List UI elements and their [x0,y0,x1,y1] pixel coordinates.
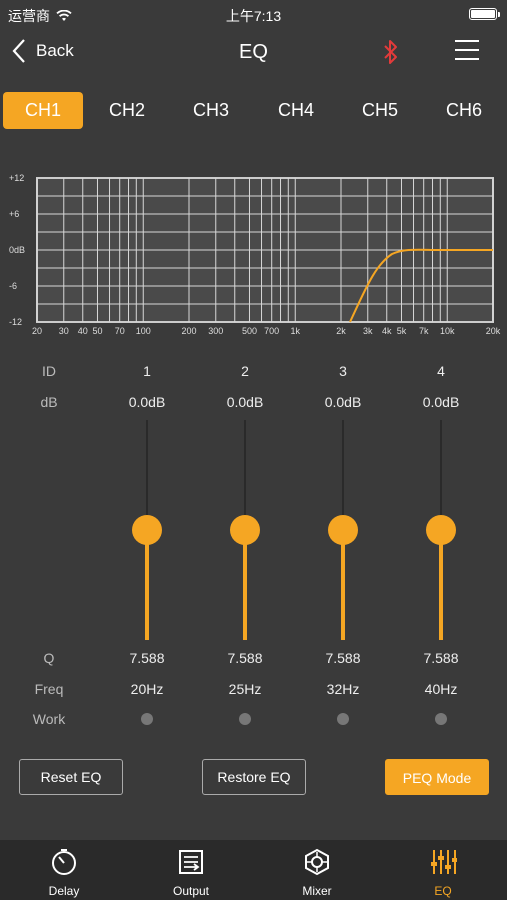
bottom-tab-bar: Delay Output Mixer EQ [0,840,507,900]
band-2-freq: 25Hz [228,681,262,697]
band-2-gain-slider[interactable] [225,420,265,640]
chevron-left-icon [12,39,25,63]
band-1-db: 0.0dB [128,394,166,410]
band-2-work-toggle[interactable] [239,713,251,725]
peq-mode-button[interactable]: PEQ Mode [385,759,489,795]
band-1-q: 7.588 [129,650,165,666]
status-bar: 运营商 上午7:13 [0,0,507,28]
hamburger-icon [455,40,479,42]
y-tick-label: 0dB [9,245,25,255]
band-2-thumb[interactable] [230,515,260,545]
work-row-label: Work [32,711,66,727]
back-label: Back [36,41,74,60]
band-2-fill [243,530,247,640]
tab-output-label: Output [172,884,210,898]
y-tick-label: +6 [9,209,19,219]
status-time: 上午7:13 [225,8,282,24]
band-3-q: 7.588 [325,650,361,666]
freq-row-label: Freq [34,681,64,697]
band-1-thumb[interactable] [132,515,162,545]
band-2-db: 0.0dB [226,394,264,410]
tab-ch3[interactable]: CH3 [171,92,251,129]
tab-output[interactable]: Output [141,840,241,900]
db-row-label: dB [40,394,58,410]
battery-icon [469,8,500,20]
tab-delay-label: Delay [48,884,80,898]
band-4-db: 0.0dB [422,394,460,410]
x-tick-label: 30 [59,326,69,336]
x-tick-label: 50 [92,326,102,336]
band-4-thumb[interactable] [426,515,456,545]
tab-mixer[interactable]: Mixer [267,840,367,900]
tab-mixer-label: Mixer [302,884,332,898]
x-tick-label: 1k [290,326,300,336]
x-tick-label: 200 [181,326,196,336]
x-tick-label: 70 [115,326,125,336]
band-1-fill [145,530,149,640]
eq-sliders-icon [431,850,457,874]
x-tick-label: 300 [208,326,223,336]
band-1-work-toggle[interactable] [141,713,153,725]
x-tick-label: 500 [242,326,257,336]
band-2-id: 2 [241,363,249,379]
x-tick-label: 40 [78,326,88,336]
band-3-fill [341,530,345,640]
band-4-freq: 40Hz [424,681,458,697]
band-3-db: 0.0dB [324,394,362,410]
tab-ch1[interactable]: CH1 [3,92,83,129]
band-4-fill [439,530,443,640]
nav-bar: Back EQ [0,28,507,78]
bluetooth-button[interactable] [380,38,402,71]
tab-eq-label: EQ [434,884,452,898]
restore-eq-button[interactable]: Restore EQ [202,759,306,795]
band-4-id: 4 [437,363,445,379]
bluetooth-icon [384,40,397,64]
page-title: EQ [239,41,268,63]
eq-response-graph: +12 +6 0dB -6 -12 20 30 40 50 70 100 200 300 500 700 1… [9,173,501,336]
tab-eq[interactable]: EQ [393,840,493,900]
y-tick-label: -12 [9,317,22,327]
mixer-icon [305,848,329,876]
x-tick-label: 4k [382,326,392,336]
output-icon [179,850,203,874]
tab-ch2[interactable]: CH2 [87,92,167,129]
reset-eq-button[interactable]: Reset EQ [19,759,123,795]
x-tick-label: 7k [419,326,429,336]
band-3-gain-slider[interactable] [323,420,363,640]
tab-ch5[interactable]: CH5 [340,92,420,129]
tab-ch6[interactable]: CH6 [424,92,504,129]
channel-tabs: CH1 CH2 CH3 CH4 CH5 CH6 [0,92,507,130]
back-button[interactable]: Back [12,38,74,64]
y-tick-label: -6 [9,281,17,291]
x-tick-label: 20k [486,326,501,336]
band-4-work-toggle[interactable] [435,713,447,725]
x-tick-label: 5k [397,326,407,336]
band-1-freq: 20Hz [130,681,164,697]
x-tick-label: 3k [363,326,373,336]
tab-delay[interactable]: Delay [14,840,114,900]
band-2-q: 7.588 [227,650,263,666]
x-tick-label: 10k [440,326,455,336]
band-1-id: 1 [143,363,151,379]
tab-ch4[interactable]: CH4 [256,92,336,129]
band-4-q: 7.588 [423,650,459,666]
band-1-gain-slider[interactable] [127,420,167,640]
x-tick-label: 100 [136,326,151,336]
band-3-id: 3 [339,363,347,379]
stopwatch-icon [52,849,76,875]
menu-button[interactable] [455,40,479,62]
x-tick-label: 2k [336,326,346,336]
band-4-gain-slider[interactable] [421,420,461,640]
band-3-work-toggle[interactable] [337,713,349,725]
y-tick-label: +12 [9,173,24,183]
x-tick-label: 700 [264,326,279,336]
x-tick-label: 20 [32,326,42,336]
id-row-label: ID [42,363,56,379]
band-3-thumb[interactable] [328,515,358,545]
q-row-label: Q [43,650,55,666]
band-3-freq: 32Hz [326,681,360,697]
